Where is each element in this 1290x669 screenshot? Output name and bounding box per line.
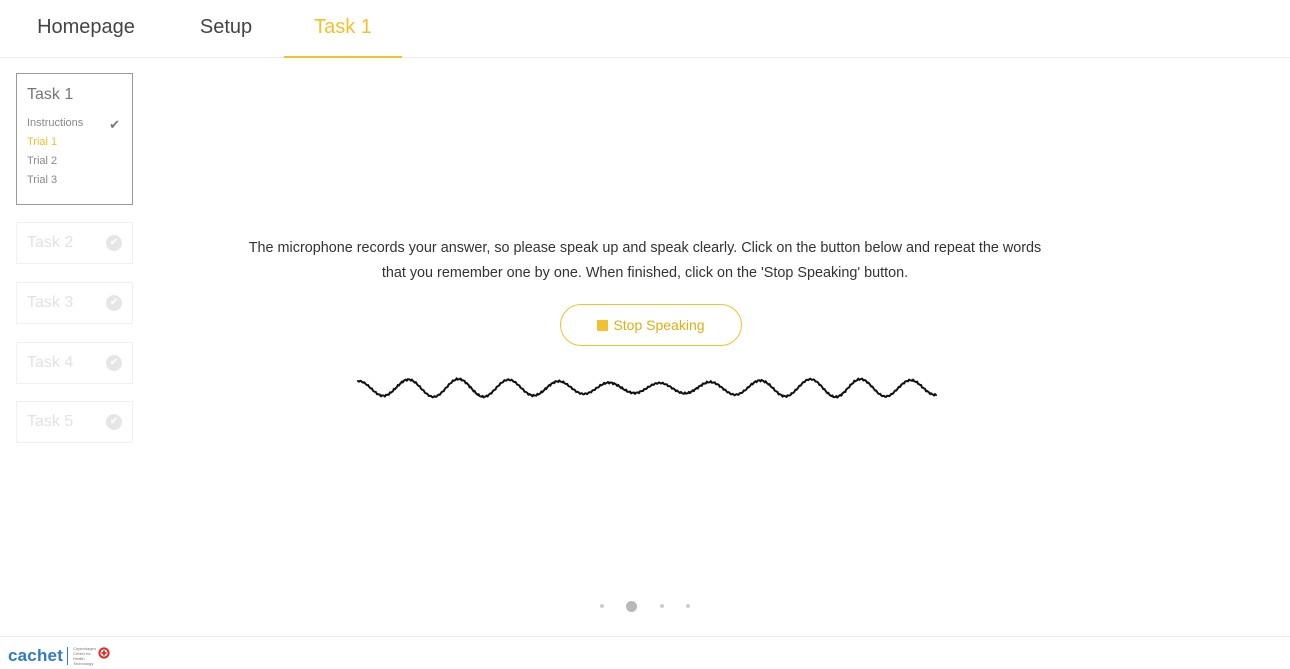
- pager-dot[interactable]: [659, 604, 664, 608]
- pager-dot[interactable]: [600, 604, 604, 608]
- sub-item-trial-2[interactable]: Trial 2: [27, 152, 122, 171]
- brand-name: cachet: [8, 646, 64, 665]
- task-card-title: Task 4: [27, 354, 74, 371]
- brand-logo: cachet Copenhagen Center for Health Tech…: [8, 645, 110, 667]
- task-card-title: Task 3: [27, 294, 74, 311]
- check-circle-icon: ✔: [106, 414, 122, 430]
- task-card-title: Task 1: [27, 86, 74, 103]
- stop-icon: [597, 319, 609, 331]
- stop-speaking-label: Stop Speaking: [613, 317, 705, 333]
- check-icon: ✔: [109, 117, 120, 132]
- sub-item-trial-1[interactable]: Trial 1: [27, 133, 122, 152]
- waveform-path: [357, 377, 937, 399]
- pager: [600, 600, 690, 612]
- check-circle-icon: ✔: [106, 355, 122, 371]
- task-card-task-1[interactable]: Task 1 Instructions ✔ Trial 1 Trial 2 Tr…: [16, 73, 133, 205]
- tab-homepage[interactable]: Homepage: [20, 0, 152, 58]
- sub-item-trial-3[interactable]: Trial 3: [27, 171, 122, 190]
- brand-subtitle: Copenhagen Center for Health Technology: [73, 646, 96, 666]
- stop-speaking-button[interactable]: Stop Speaking: [560, 304, 742, 346]
- pager-dot-active[interactable]: [626, 600, 638, 612]
- task-card-title: Task 2: [27, 234, 74, 251]
- tab-task-1[interactable]: Task 1: [284, 0, 402, 58]
- instructions-line-2: that you remember one by one. When finis…: [381, 265, 909, 281]
- instructions-text: The microphone records your answer, so p…: [160, 236, 1130, 286]
- task-card-task-4[interactable]: Task 4 ✔: [16, 342, 133, 384]
- check-circle-icon: ✔: [106, 235, 122, 251]
- check-circle-icon: ✔: [106, 295, 122, 311]
- waveform-icon: [357, 377, 937, 399]
- pager-dot[interactable]: [685, 604, 690, 608]
- cachet-logo-icon: [98, 647, 110, 659]
- brand-divider: [67, 647, 69, 665]
- sub-item-label: Trial 3: [27, 174, 58, 186]
- instructions-line-1: The microphone records your answer, so p…: [248, 240, 1042, 256]
- top-navigation: Homepage Setup Task 1: [0, 0, 1290, 58]
- task-card-title: Task 5: [27, 413, 74, 430]
- sub-item-instructions[interactable]: Instructions ✔: [27, 114, 122, 133]
- sub-item-label: Trial 2: [27, 155, 58, 167]
- task-card-task-2[interactable]: Task 2 ✔: [16, 222, 133, 264]
- sub-item-label: Instructions: [27, 117, 84, 129]
- footer: cachet Copenhagen Center for Health Tech…: [0, 636, 1290, 669]
- sub-item-label: Trial 1: [27, 136, 58, 148]
- task-card-task-5[interactable]: Task 5 ✔: [16, 401, 133, 443]
- task-card-task-3[interactable]: Task 3 ✔: [16, 282, 133, 324]
- tab-setup[interactable]: Setup: [178, 0, 274, 58]
